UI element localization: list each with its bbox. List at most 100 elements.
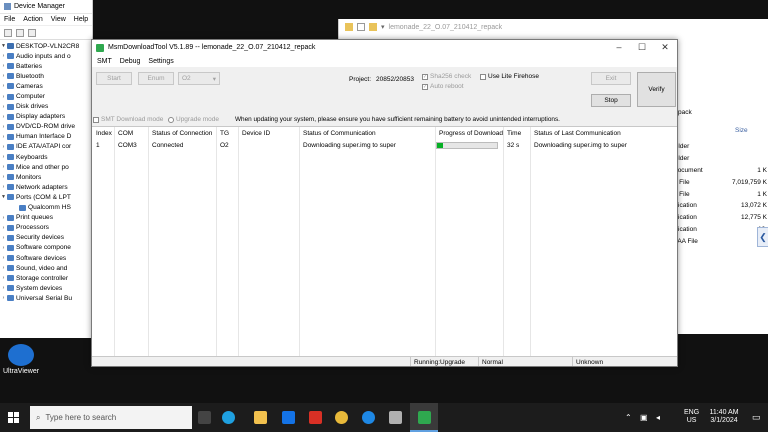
menu-smt[interactable]: SMT: [97, 58, 112, 65]
tree-item[interactable]: › Storage controller: [0, 273, 92, 283]
expand-icon[interactable]: ›: [0, 285, 7, 291]
menu-file[interactable]: File: [4, 16, 15, 23]
menu-help[interactable]: Help: [74, 16, 88, 23]
enum-button[interactable]: Enum: [138, 72, 174, 85]
tree-item[interactable]: › Print queues: [0, 213, 92, 223]
expand-icon[interactable]: ›: [0, 104, 7, 110]
tree-item[interactable]: › Universal Serial Bu: [0, 293, 92, 303]
tree-item[interactable]: › Monitors: [0, 172, 92, 182]
teamviewer-icon[interactable]: [362, 411, 375, 424]
expand-icon[interactable]: ›: [0, 215, 7, 221]
expand-icon[interactable]: ›: [0, 124, 7, 130]
tree-item[interactable]: › DVD/CD-ROM drive: [0, 122, 92, 132]
anydesk-icon[interactable]: [309, 411, 322, 424]
column-time[interactable]: Time: [504, 128, 521, 139]
tree-item[interactable]: › Software compone: [0, 243, 92, 253]
column-last-communication[interactable]: Status of Last Communication: [531, 128, 621, 139]
notification-icon[interactable]: ▭: [752, 412, 761, 423]
edge-icon[interactable]: [222, 411, 235, 424]
tray-overflow-icon[interactable]: ⌃: [625, 413, 632, 422]
menu-action[interactable]: Action: [23, 16, 42, 23]
expand-icon[interactable]: ›: [0, 275, 7, 281]
list-item[interactable]: Document 1 K: [673, 165, 768, 177]
taskbar-search[interactable]: ⌕ Type here to search: [30, 406, 192, 429]
expand-icon[interactable]: ›: [0, 235, 7, 241]
expand-icon[interactable]: ›: [0, 184, 7, 190]
tree-item[interactable]: › System devices: [0, 283, 92, 293]
tree-item[interactable]: › Mice and other po: [0, 162, 92, 172]
tree-item[interactable]: › Disk drives: [0, 102, 92, 112]
windows-start-icon[interactable]: [8, 412, 19, 423]
expand-icon[interactable]: ›: [0, 73, 7, 79]
table-row[interactable]: 1 COM3 Connected O2 Downloading super.im…: [92, 140, 677, 151]
dropdown-icon[interactable]: ▾: [381, 23, 385, 31]
expand-icon[interactable]: ›: [0, 164, 7, 170]
device-manager-window[interactable]: Device Manager File Action View Help ▼ D…: [0, 0, 93, 338]
size-column-header[interactable]: Size: [735, 127, 748, 134]
list-item[interactable]: S File 7,019,759 K: [673, 176, 768, 188]
properties-icon[interactable]: [28, 28, 36, 37]
tree-item[interactable]: › Batteries: [0, 61, 92, 71]
forward-icon[interactable]: [16, 28, 24, 37]
tree-item[interactable]: › Software devices: [0, 253, 92, 263]
column-connection[interactable]: Status of Connection: [149, 128, 212, 139]
menu-debug[interactable]: Debug: [120, 58, 141, 65]
exit-button[interactable]: Exit: [591, 72, 631, 85]
list-item[interactable]: SAA File: [673, 235, 768, 247]
upgrade-mode[interactable]: Upgrade mode: [168, 116, 219, 123]
column-communication[interactable]: Status of Communication: [300, 128, 376, 139]
sha256-check[interactable]: ✓ Sha256 check: [422, 73, 471, 80]
tree-item[interactable]: Qualcomm HS: [0, 203, 92, 213]
expand-icon[interactable]: ›: [0, 63, 7, 69]
expand-icon[interactable]: ›: [0, 144, 7, 150]
volume-icon[interactable]: ◂: [656, 413, 660, 422]
expand-icon[interactable]: ›: [0, 154, 7, 160]
breadcrumb[interactable]: pack: [678, 109, 692, 116]
expand-icon[interactable]: ›: [0, 295, 7, 301]
device-manager-titlebar[interactable]: Device Manager: [0, 0, 92, 14]
ultraviewer-icon[interactable]: [8, 344, 34, 366]
tree-item[interactable]: › Human Interface D: [0, 132, 92, 142]
tree-item[interactable]: › Computer: [0, 91, 92, 101]
msm-titlebar[interactable]: MsmDownloadTool V5.1.89 -- lemonade_22_O…: [92, 40, 677, 55]
list-item[interactable]: plication13,: [673, 224, 768, 236]
msm-taskbar-button[interactable]: [410, 403, 438, 432]
list-item[interactable]: folder: [673, 141, 768, 153]
expand-icon[interactable]: ›: [0, 255, 7, 261]
verify-button[interactable]: Verify: [637, 72, 676, 107]
tree-item[interactable]: › Network adapters: [0, 182, 92, 192]
tree-root[interactable]: ▼ DESKTOP-VLN2CR8: [0, 41, 92, 51]
maximize-icon[interactable]: ☐: [635, 42, 649, 52]
tree-item[interactable]: › Processors: [0, 223, 92, 233]
collapse-icon[interactable]: ▼: [0, 194, 7, 200]
tree-item[interactable]: › Display adapters: [0, 112, 92, 122]
expand-icon[interactable]: ›: [0, 174, 7, 180]
expand-icon[interactable]: ›: [0, 245, 7, 251]
expand-icon[interactable]: ›: [0, 225, 7, 231]
auto-reboot-check[interactable]: ✓ Auto reboot: [422, 83, 464, 90]
list-item[interactable]: plication 12,775 K: [673, 212, 768, 224]
expand-icon[interactable]: ›: [0, 94, 7, 100]
expand-icon[interactable]: ›: [0, 265, 7, 271]
task-view-icon[interactable]: [198, 411, 211, 424]
list-item[interactable]: folder: [673, 153, 768, 165]
tree-item[interactable]: › Keyboards: [0, 152, 92, 162]
close-icon[interactable]: ✕: [658, 42, 672, 52]
expand-icon[interactable]: ›: [0, 134, 7, 140]
explorer-titlebar[interactable]: ▾ lemonade_22_O.07_210412_repack: [339, 19, 768, 35]
file-explorer-icon[interactable]: [254, 411, 267, 424]
store-icon[interactable]: [282, 411, 295, 424]
chrome-icon[interactable]: [335, 411, 348, 424]
list-item[interactable]: S File 1 K: [673, 188, 768, 200]
list-item[interactable]: plication 13,072 K: [673, 200, 768, 212]
msm-download-tool-window[interactable]: MsmDownloadTool V5.1.89 -- lemonade_22_O…: [91, 39, 678, 367]
collapse-icon[interactable]: ▼: [0, 43, 7, 49]
tree-item[interactable]: › Cameras: [0, 81, 92, 91]
lite-firehose-check[interactable]: Use Lite Firehose: [480, 73, 539, 80]
expand-icon[interactable]: ›: [0, 114, 7, 120]
tree-item[interactable]: › Audio inputs and o: [0, 51, 92, 61]
menu-settings[interactable]: Settings: [148, 58, 173, 65]
tree-item[interactable]: › Sound, video and: [0, 263, 92, 273]
language-indicator[interactable]: ENG US: [684, 409, 699, 425]
tree-item[interactable]: › Security devices: [0, 233, 92, 243]
